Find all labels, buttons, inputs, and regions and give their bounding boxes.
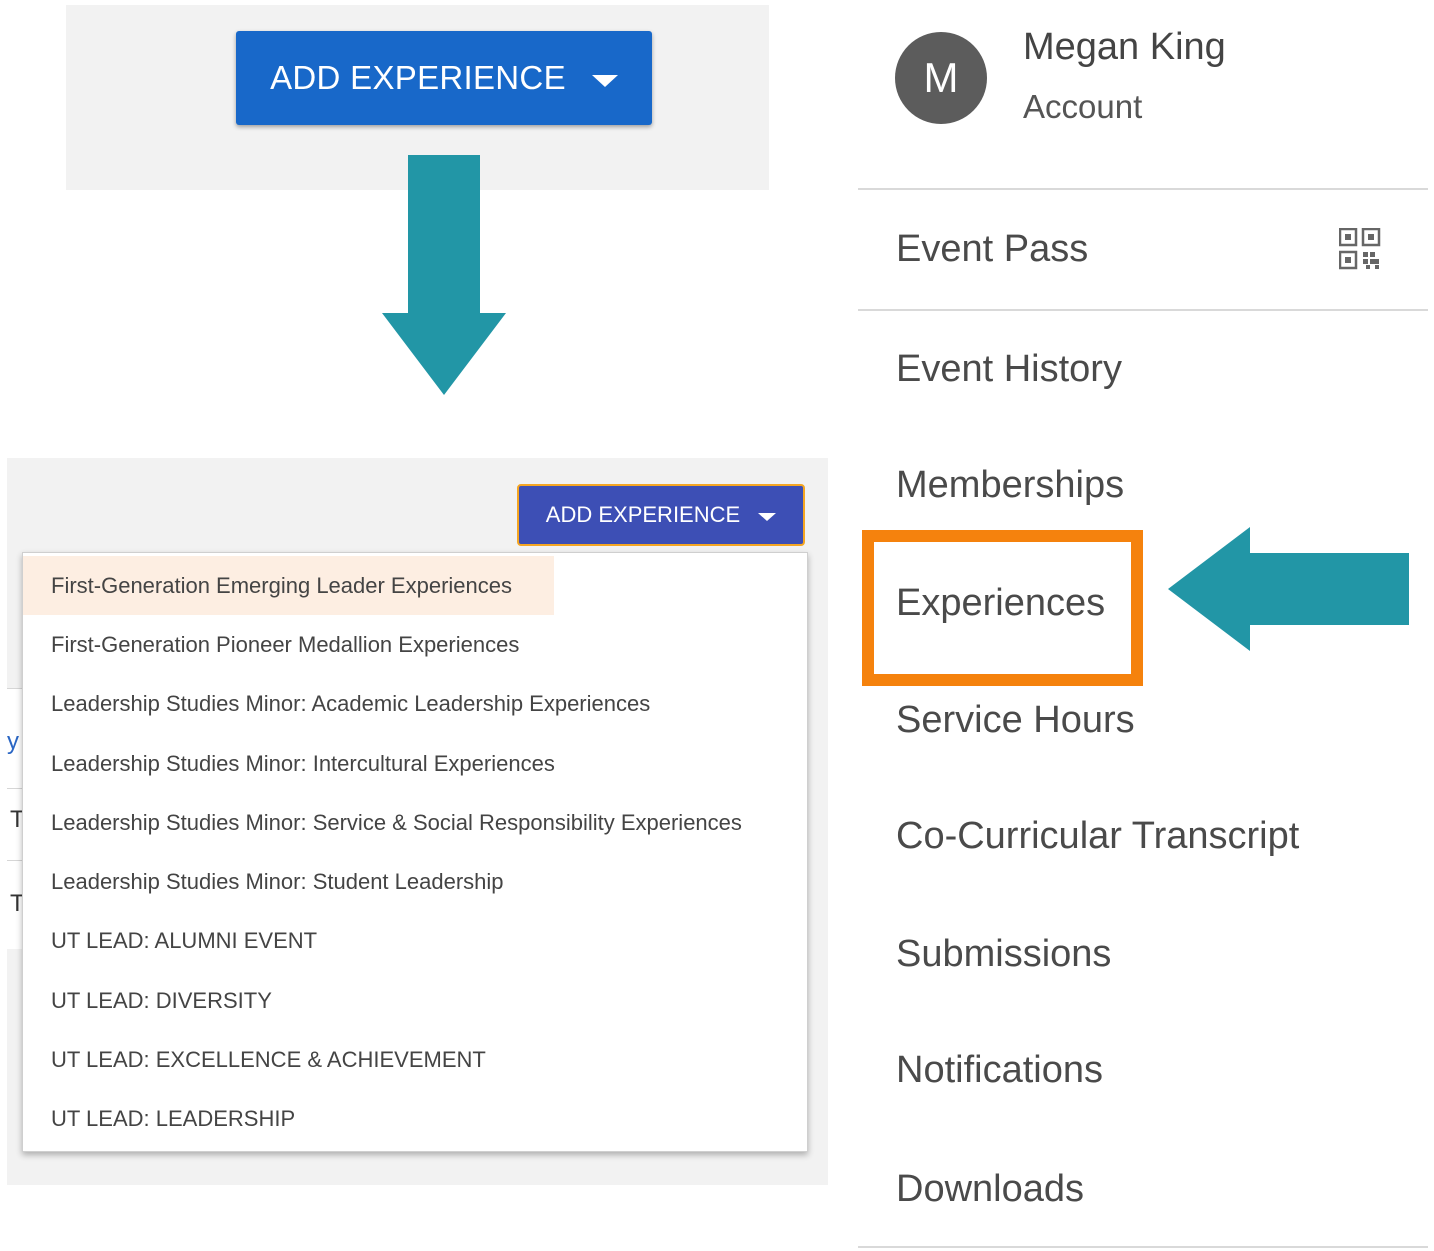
menu-divider bbox=[858, 309, 1428, 311]
menu-item-notifications[interactable]: Notifications bbox=[896, 1049, 1103, 1092]
dropdown-item-academic-leadership[interactable]: Leadership Studies Minor: Academic Leade… bbox=[23, 674, 650, 733]
account-link[interactable]: Account bbox=[1023, 88, 1142, 126]
experience-type-menu: First-Generation Emerging Leader Experie… bbox=[22, 552, 808, 1152]
menu-item-co-curricular-transcript[interactable]: Co-Curricular Transcript bbox=[896, 815, 1299, 858]
user-name: Megan King bbox=[1023, 26, 1226, 68]
menu-item-downloads[interactable]: Downloads bbox=[896, 1168, 1084, 1211]
add-experience-label: ADD EXPERIENCE bbox=[545, 502, 741, 527]
caret-down-icon bbox=[591, 75, 618, 87]
arrow-down-icon bbox=[382, 155, 506, 395]
dropdown-item-intercultural[interactable]: Leadership Studies Minor: Intercultural … bbox=[23, 734, 555, 793]
dropdown-item-ut-lead-alumni-event[interactable]: UT LEAD: ALUMNI EVENT bbox=[23, 911, 317, 970]
dropdown-item-student-leadership[interactable]: Leadership Studies Minor: Student Leader… bbox=[23, 852, 504, 911]
dropdown-item-ut-lead-leadership[interactable]: UT LEAD: LEADERSHIP bbox=[23, 1089, 295, 1148]
menu-item-service-hours[interactable]: Service Hours bbox=[896, 699, 1135, 742]
menu-divider bbox=[858, 188, 1428, 190]
add-experience-button-open[interactable]: ADD EXPERIENCE bbox=[517, 484, 805, 546]
menu-item-event-pass[interactable]: Event Pass bbox=[896, 228, 1088, 271]
menu-item-submissions[interactable]: Submissions bbox=[896, 933, 1111, 976]
caret-down-icon bbox=[758, 513, 777, 521]
dropdown-item-first-gen-pioneer-medallion[interactable]: First-Generation Pioneer Medallion Exper… bbox=[23, 615, 519, 674]
dropdown-item-service-social-responsibility[interactable]: Leadership Studies Minor: Service & Soci… bbox=[23, 793, 742, 852]
menu-item-event-history[interactable]: Event History bbox=[896, 348, 1122, 391]
dropdown-item-ut-lead-excellence[interactable]: UT LEAD: EXCELLENCE & ACHIEVEMENT bbox=[23, 1030, 486, 1089]
dropdown-item-ut-lead-diversity[interactable]: UT LEAD: DIVERSITY bbox=[23, 971, 272, 1030]
avatar[interactable]: M bbox=[895, 32, 987, 124]
qr-code-icon[interactable] bbox=[1339, 228, 1381, 270]
dropdown-panel: y T T ADD EXPERIENCE First-Generation Em… bbox=[7, 458, 828, 1185]
experiences-highlight-box bbox=[862, 530, 1143, 686]
add-experience-label: ADD EXPERIENCE bbox=[270, 59, 566, 96]
menu-item-memberships[interactable]: Memberships bbox=[896, 464, 1124, 507]
arrow-left-icon bbox=[1168, 527, 1409, 651]
add-experience-button[interactable]: ADD EXPERIENCE bbox=[236, 31, 652, 125]
background-fragment: y bbox=[7, 728, 19, 755]
menu-divider bbox=[858, 1246, 1428, 1248]
dropdown-item-first-gen-emerging-leader[interactable]: First-Generation Emerging Leader Experie… bbox=[23, 556, 554, 615]
